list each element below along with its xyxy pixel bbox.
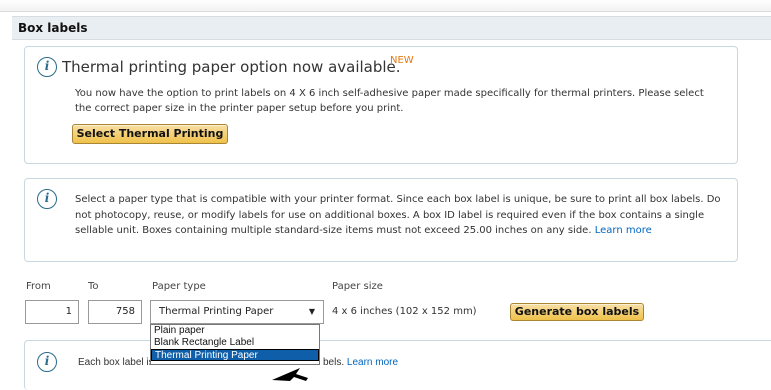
- to-input[interactable]: 758: [88, 300, 142, 324]
- select-thermal-printing-label: Select Thermal Printing: [76, 127, 224, 140]
- info-icon: i: [37, 189, 57, 209]
- generate-box-labels-label: Generate box labels: [514, 305, 640, 318]
- bottom-notice-text-end: bels. Learn more: [323, 357, 398, 368]
- info-icon: i: [37, 57, 57, 77]
- section-title: Box labels: [18, 21, 88, 35]
- from-label: From: [26, 281, 51, 292]
- bottom-learn-more-link[interactable]: Learn more: [347, 357, 398, 368]
- option-thermal-printing-paper[interactable]: Thermal Printing Paper: [151, 349, 319, 361]
- chevron-down-icon: ▼: [308, 307, 315, 316]
- top-header-bar: [0, 0, 771, 12]
- paper-type-label: Paper type: [152, 281, 206, 292]
- bottom-notice-text: Each box label is: [78, 357, 154, 368]
- option-blank-rectangle-label[interactable]: Blank Rectangle Label: [151, 337, 319, 349]
- paper-type-dropdown-list[interactable]: Plain paper Blank Rectangle Label Therma…: [150, 324, 320, 365]
- paper-size-value: 4 x 6 inches (102 x 152 mm): [332, 306, 477, 317]
- paper-type-selected-value: Thermal Printing Paper: [159, 306, 274, 317]
- thermal-notice-body: You now have the option to print labels …: [75, 88, 704, 114]
- paper-notice-body: Select a paper type that is compatible w…: [75, 192, 725, 239]
- thermal-notice-title: Thermal printing paper option now availa…: [62, 58, 401, 76]
- new-badge: NEW: [390, 55, 414, 66]
- to-label: To: [88, 281, 99, 292]
- info-icon: i: [37, 352, 57, 372]
- option-plain-paper[interactable]: Plain paper: [151, 325, 319, 337]
- generate-box-labels-button[interactable]: Generate box labels: [510, 303, 644, 321]
- mouse-pointer-icon: [272, 368, 308, 381]
- bottom-notice-text-tail: bels.: [323, 357, 345, 368]
- paper-size-label: Paper size: [332, 281, 383, 292]
- learn-more-link[interactable]: Learn more: [595, 225, 652, 236]
- from-input[interactable]: 1: [25, 300, 79, 324]
- select-thermal-printing-button[interactable]: Select Thermal Printing: [72, 124, 228, 144]
- paper-type-select[interactable]: Thermal Printing Paper ▼: [150, 300, 324, 324]
- section-header: Box labels: [12, 16, 771, 40]
